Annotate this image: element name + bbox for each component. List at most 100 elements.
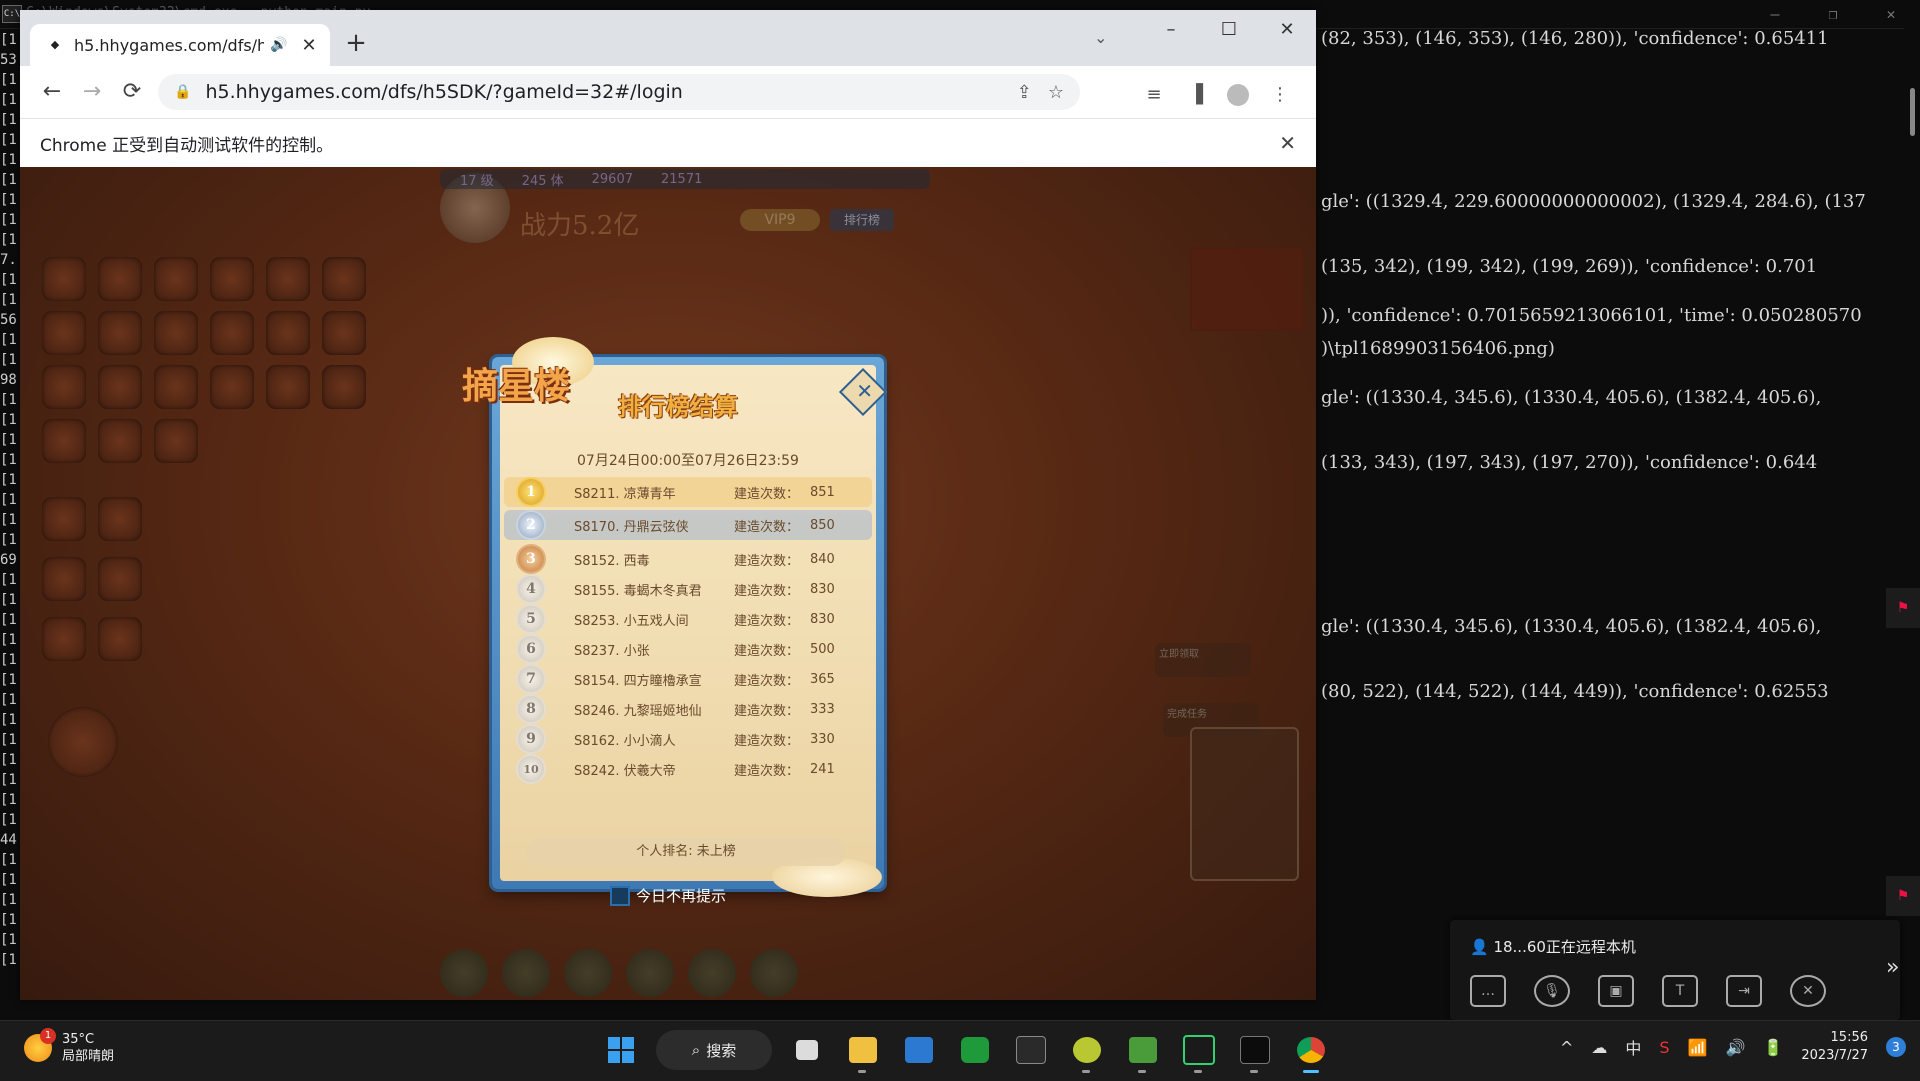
infobar-close-icon[interactable]: ✕ [1279,131,1296,155]
player-name: S8162. 小小滴人 [574,733,676,749]
url-text[interactable]: h5.hhygames.com/dfs/h5SDK/?gameId=32#/lo… [205,81,682,103]
file-explorer-icon[interactable] [842,1029,884,1073]
leaderboard-row: 8 S8246. 九黎瑶姬地仙 建造次数： 333 [504,694,872,724]
gutter-line: [1 [0,292,17,308]
console-restore-button[interactable]: ❐ [1804,2,1862,26]
menu-icon[interactable]: ⋮ [1268,84,1292,111]
build-count: 850 [810,517,835,533]
gutter-line: 44 [0,832,17,848]
wifi-icon[interactable]: 📶 [1688,1038,1708,1057]
leaderboard-row: 1 S8211. 凉薄青年 建造次数： 851 [504,477,872,507]
transfer-icon[interactable]: ⇥ [1726,975,1762,1007]
build-count-label: 建造次数： [734,486,800,502]
app-icon[interactable] [1122,1029,1164,1073]
build-count-label: 建造次数： [734,519,800,535]
maximize-button[interactable]: ☐ [1200,10,1258,50]
console-close-button[interactable]: ✕ [1862,2,1920,26]
speaker-icon[interactable]: 🔊 [270,37,287,53]
build-count: 840 [810,551,835,567]
ime-icon[interactable]: 中 [1625,1035,1641,1059]
browser-tab[interactable]: ◆ h5.hhygames.com/dfs/h5SDK/?gameId=32#/… [30,24,330,66]
gutter-line: [1 [0,412,17,428]
gutter-line: [1 [0,472,17,488]
disconnect-icon[interactable]: ✕ [1790,975,1826,1007]
gutter-line: 7. [0,252,17,268]
rank-number-icon: 9 [518,726,544,752]
forward-button[interactable]: → [76,76,108,108]
share-icon[interactable]: ⇪ [1017,82,1032,103]
browser-window: ◆ h5.hhygames.com/dfs/h5SDK/?gameId=32#/… [20,10,1316,1000]
lock-icon[interactable]: 🔒 [174,84,191,100]
address-bar[interactable]: 🔒 h5.hhygames.com/dfs/h5SDK/?gameId=32#/… [158,74,1080,110]
start-button[interactable] [600,1029,642,1071]
gutter-line: [1 [0,112,17,128]
console-left-gutter: [1 53 [1 [1 [1 [1 [1 [1 [1 [1 [1 7. [1 [1 56 [1 [1 98 [1 [1… [0,30,20,970]
console-minimize-button[interactable]: – [1746,2,1804,26]
player-name: S8246. 九黎瑶姬地仙 [574,703,702,719]
taskbar-search[interactable]: ⌕ 搜索 [656,1030,772,1070]
minimize-button[interactable]: – [1142,10,1200,50]
dont-show-today-checkbox[interactable]: 今日不再提示 [610,885,726,906]
task-view-icon[interactable] [786,1029,828,1071]
screen-icon[interactable]: ▣ [1598,975,1634,1007]
terminal-icon[interactable] [1234,1029,1276,1073]
battery-icon[interactable]: 🔋 [1763,1038,1783,1057]
chrome-icon[interactable] [1290,1029,1332,1073]
console-line: (80, 522), (144, 522), (144, 449)), 'con… [1321,681,1829,702]
build-count: 830 [810,581,835,597]
build-count: 500 [810,641,835,657]
new-tab-button[interactable]: + [340,28,372,60]
dont-show-today-label[interactable]: 今日不再提示 [636,885,726,906]
close-tab-icon[interactable]: ✕ [301,35,316,56]
reload-button[interactable]: ⟳ [116,76,148,108]
gutter-line: [1 [0,392,17,408]
media-control-icon[interactable]: ≡ [1142,84,1166,111]
game-canvas[interactable]: 17 级 245 体 29607 21571 战力5.2亿 VIP9 排行榜 立… [20,167,1316,1000]
console-scrollbar[interactable] [1904,28,1920,1020]
build-count: 365 [810,671,835,687]
build-count-label: 建造次数： [734,703,800,719]
rank-number-icon: 6 [518,636,544,662]
notification-badge[interactable]: 3 [1886,1037,1906,1057]
windows-logo-icon [608,1037,634,1063]
chat-icon[interactable]: … [1470,975,1506,1007]
app-icon[interactable] [1010,1029,1052,1071]
close-window-button[interactable]: ✕ [1258,10,1316,50]
infobar-message: Chrome 正受到自动测试软件的控制。 [40,135,334,156]
flag-icon[interactable]: ⚑ [1886,588,1920,628]
side-panel-icon[interactable]: ▐ [1184,84,1208,111]
player-name: S8170. 丹鼎云弦侠 [574,519,689,535]
console-line: gle': ((1330.4, 345.6), (1330.4, 405.6),… [1321,616,1822,637]
scrollbar-thumb[interactable] [1910,88,1915,136]
volume-icon[interactable]: 🔊 [1725,1038,1745,1057]
text-icon[interactable]: T [1662,975,1698,1007]
bookmark-star-icon[interactable]: ☆ [1048,82,1064,103]
app-icon[interactable] [1066,1029,1108,1073]
leaderboard-row: 3 S8152. 西毒 建造次数： 840 [504,544,872,574]
back-button[interactable]: ← [36,76,68,108]
antivirus-icon[interactable]: S [1659,1038,1669,1057]
cloud-icon[interactable]: ☁ [1591,1038,1607,1057]
show-hidden-icons-icon[interactable]: ^ [1560,1038,1573,1057]
console-line: )\tpl1689903156406.png) [1321,338,1555,359]
search-label: 搜索 [706,1041,737,1060]
profile-avatar[interactable] [1226,84,1250,111]
tab-search-icon[interactable]: ⌄ [1094,28,1107,47]
leaderboard-row: 7 S8154. 四方瞳櫓承宣 建造次数： 365 [504,664,872,694]
leaderboard-row: 4 S8155. 毒蝎木冬真君 建造次数： 830 [504,574,872,604]
leaderboard-row: 10 S8242. 伏羲大帝 建造次数： 241 [504,754,872,784]
weather-widget[interactable]: 1 35°C 局部晴朗 [24,1028,114,1065]
favicon-icon: ◆ [50,38,60,51]
expand-chevron-icon[interactable]: » [1886,955,1899,980]
system-tray: ^ ☁ 中 S 📶 🔊 🔋 15:56 2023/7/27 3 [1560,1029,1906,1065]
rank-number-icon: 5 [518,606,544,632]
flag-icon[interactable]: ⚑ [1886,876,1920,916]
gutter-line: [1 [0,132,17,148]
checkbox-icon[interactable] [610,885,630,906]
pycharm-icon[interactable] [1178,1029,1220,1073]
clock[interactable]: 15:56 2023/7/27 [1801,1029,1868,1065]
xbox-icon[interactable] [954,1029,996,1071]
gutter-line: [1 [0,232,17,248]
mic-icon[interactable]: 🎙 [1534,975,1570,1007]
store-icon[interactable] [898,1029,940,1071]
